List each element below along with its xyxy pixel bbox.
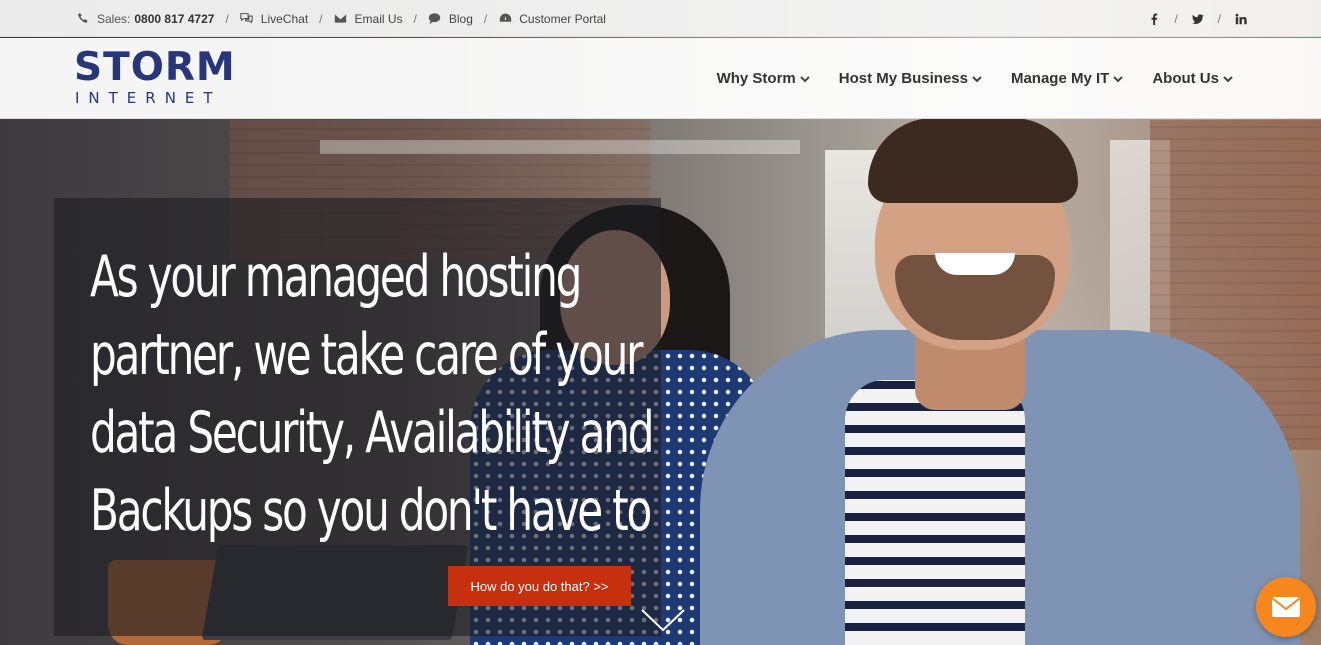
social-links: / /: [1147, 0, 1248, 37]
hero-headline: As your managed hosting partner, we take…: [90, 238, 655, 550]
nav-manage-my-it-label: Manage My IT: [1010, 70, 1110, 87]
email-label: Email Us: [354, 11, 403, 26]
sales-phone[interactable]: Sales: 0800 817 4727: [76, 12, 214, 26]
nav-why-storm-label: Why Storm: [716, 70, 796, 87]
nav-about-us-label: About Us: [1152, 70, 1219, 87]
storm-internet-logo[interactable]: STORM INTERNET: [74, 48, 249, 110]
nav-why-storm[interactable]: Why Storm: [717, 70, 810, 87]
top-utility-bar: Sales: 0800 817 4727 / LiveChat / Email U…: [0, 0, 1321, 37]
logo-wordmark: STORM: [74, 45, 236, 90]
sales-label: Sales:: [97, 11, 131, 26]
separator: /: [319, 11, 323, 26]
nav-menu: Why Storm Host My Business Manage My IT …: [717, 38, 1233, 119]
chevron-down-icon: [1113, 75, 1124, 82]
hero-headline-line: data Security, Availability and: [90, 400, 655, 466]
envelope-icon: [334, 12, 348, 26]
contact-links: Sales: 0800 817 4727 / LiveChat / Email U…: [76, 0, 606, 37]
man-figure: [868, 118, 1078, 203]
chevron-down-icon: [1223, 75, 1233, 82]
separator: /: [1174, 11, 1178, 26]
dashboard-icon: [498, 12, 512, 26]
nav-about-us[interactable]: About Us: [1152, 70, 1233, 87]
chat-bubbles-icon: [240, 12, 254, 26]
nav-host-my-business[interactable]: Host My Business: [839, 70, 982, 87]
how-do-you-do-that-button[interactable]: How do you do that? >>: [448, 566, 631, 606]
blog-label: Blog: [448, 11, 473, 26]
man-figure: [935, 253, 1015, 275]
main-navbar: STORM INTERNET Why Storm Host My Busines…: [0, 38, 1321, 119]
nav-manage-my-it[interactable]: Manage My IT: [1010, 70, 1124, 87]
phone-icon: [76, 12, 90, 26]
man-figure: [845, 380, 1025, 645]
envelope-icon: [1271, 597, 1301, 617]
comment-icon: [428, 12, 442, 26]
facebook-icon[interactable]: [1147, 12, 1161, 26]
logo-subtitle: INTERNET: [75, 89, 222, 107]
email-link[interactable]: Email Us: [334, 12, 403, 26]
separator: /: [483, 11, 488, 26]
chevron-down-icon: [972, 75, 982, 82]
background-ceiling-beam: [320, 140, 800, 154]
separator: /: [1217, 11, 1221, 26]
livechat-link[interactable]: LiveChat: [240, 12, 308, 26]
twitter-icon[interactable]: [1191, 12, 1205, 26]
nav-host-my-business-label: Host My Business: [838, 70, 968, 87]
hero-headline-line: Backups so you don't have to: [90, 478, 652, 544]
hero-headline-line: partner, we take care of your: [90, 322, 643, 388]
sales-number: 0800 817 4727: [134, 11, 215, 26]
separator: /: [225, 11, 229, 26]
separator: /: [413, 11, 417, 26]
scroll-down-chevron-icon[interactable]: [640, 607, 686, 635]
blog-link[interactable]: Blog: [428, 12, 473, 26]
customer-portal-label: Customer Portal: [519, 11, 606, 26]
linkedin-icon[interactable]: [1234, 12, 1248, 26]
livechat-label: LiveChat: [260, 11, 309, 26]
hero-headline-line: As your managed hosting: [90, 244, 582, 310]
chevron-down-icon: [800, 75, 810, 82]
customer-portal-link[interactable]: Customer Portal: [498, 12, 606, 26]
contact-widget-button[interactable]: [1256, 577, 1316, 637]
